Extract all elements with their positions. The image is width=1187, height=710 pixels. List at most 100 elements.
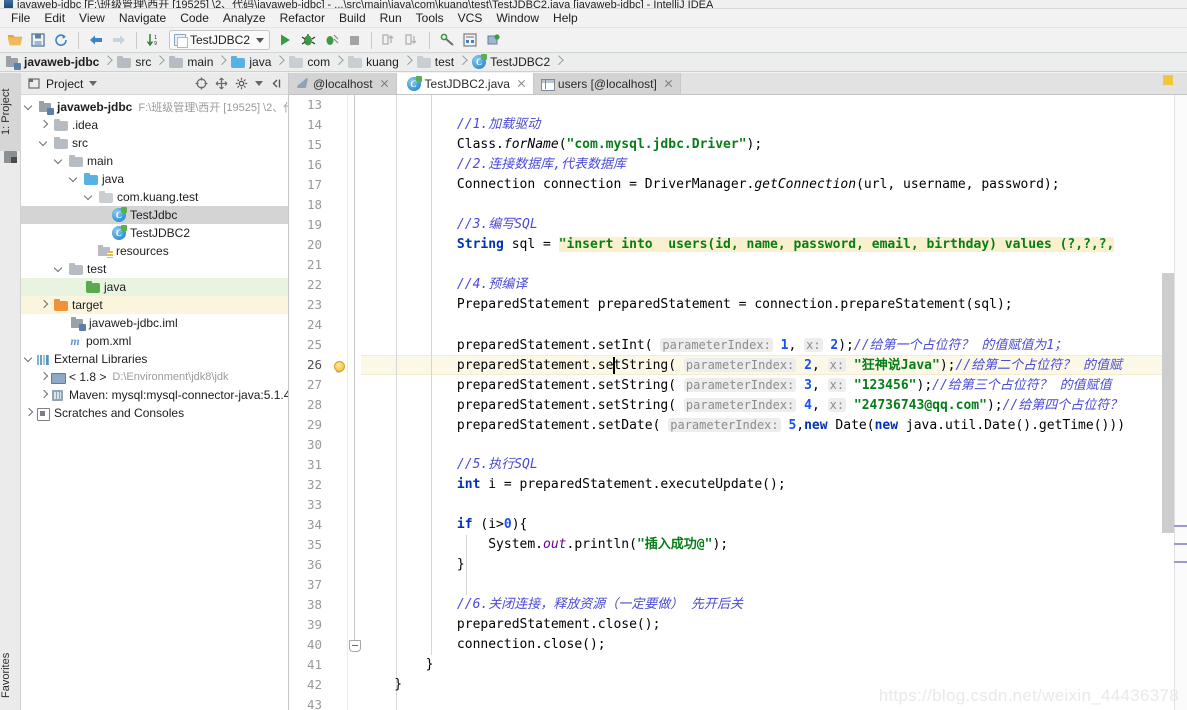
menu-tools[interactable]: Tools xyxy=(409,10,451,27)
stop-button[interactable] xyxy=(343,29,365,51)
menu-file[interactable]: File xyxy=(4,10,37,27)
maven-m-icon: m xyxy=(70,333,80,348)
debug-button[interactable] xyxy=(297,29,319,51)
project-structure-icon[interactable] xyxy=(459,29,481,51)
menu-navigate[interactable]: Navigate xyxy=(112,10,173,27)
chevron-down-icon[interactable] xyxy=(53,152,66,170)
chevron-right-icon[interactable] xyxy=(38,386,51,404)
forward-arrow-icon[interactable] xyxy=(108,29,130,51)
run-button[interactable] xyxy=(274,29,296,51)
chevron-down-icon[interactable] xyxy=(38,134,51,152)
tree-node-src[interactable]: src xyxy=(21,134,288,152)
sdk-manager-icon[interactable] xyxy=(482,29,504,51)
chevron-right-icon[interactable] xyxy=(38,368,51,386)
chevron-down-icon[interactable] xyxy=(68,170,81,188)
chevron-right-icon[interactable] xyxy=(23,404,36,422)
menu-edit[interactable]: Edit xyxy=(37,10,72,27)
tree-node-test-java[interactable]: java xyxy=(21,278,288,296)
code-text-area[interactable]: //1.加载驱动 Class.forName("com.mysql.jdbc.D… xyxy=(361,95,1174,710)
open-folder-icon[interactable] xyxy=(4,29,26,51)
chevron-down-icon[interactable] xyxy=(89,81,98,86)
jdk-icon xyxy=(51,371,66,384)
breadcrumb-item-javaweb-jdbc[interactable]: javaweb-jdbc xyxy=(3,53,105,71)
breadcrumb-item-TestJDBC2[interactable]: C TestJDBC2 xyxy=(469,53,556,71)
tree-node-main[interactable]: main xyxy=(21,152,288,170)
sort-toggle-icon[interactable]: 19 xyxy=(143,29,165,51)
editor-tab-TestJDBC2-java[interactable]: C TestJDBC2.java xyxy=(396,73,534,94)
tree-node-resources[interactable]: resources xyxy=(21,242,288,260)
project-tree[interactable]: javaweb-jdbc F:\班级管理\西开 [19525] \2、代 .id… xyxy=(21,95,288,710)
menu-build[interactable]: Build xyxy=(332,10,373,27)
chevron-right-icon[interactable] xyxy=(38,116,51,134)
chevron-right-icon[interactable] xyxy=(38,296,51,314)
tree-node-package-com-kuang-test[interactable]: com.kuang.test xyxy=(21,188,288,206)
project-view-selector-icon[interactable] xyxy=(26,76,42,92)
tool-window-tab-project[interactable]: 1: Project xyxy=(0,73,21,151)
tree-node-TestJDBC2[interactable]: C TestJDBC2 xyxy=(21,224,288,242)
tree-node-target[interactable]: target xyxy=(21,296,288,314)
line-number: 25 xyxy=(306,337,322,352)
menu-run[interactable]: Run xyxy=(373,10,409,27)
breadcrumb-item-src[interactable]: src xyxy=(114,53,157,71)
tree-node-pom-xml[interactable]: m pom.xml xyxy=(21,332,288,350)
sync-refresh-icon[interactable] xyxy=(50,29,72,51)
editor-tab-localhost[interactable]: @localhost xyxy=(289,73,397,94)
chevron-down-icon[interactable] xyxy=(23,98,36,116)
back-arrow-icon[interactable] xyxy=(85,29,107,51)
tree-node-test[interactable]: test xyxy=(21,260,288,278)
commit-icon[interactable] xyxy=(401,29,423,51)
tree-node-scratches-and-consoles[interactable]: Scratches and Consoles xyxy=(21,404,288,422)
editor-vertical-scrollbar[interactable] xyxy=(1162,273,1174,533)
breadcrumb-item-com[interactable]: com xyxy=(286,53,336,71)
breadcrumb-label: TestJDBC2 xyxy=(490,55,551,69)
tree-node-iml[interactable]: javaweb-jdbc.iml xyxy=(21,314,288,332)
breadcrumb-item-kuang[interactable]: kuang xyxy=(345,53,405,71)
menu-view[interactable]: View xyxy=(72,10,112,27)
gear-chevron-icon[interactable] xyxy=(255,81,263,86)
intention-bulb-icon[interactable] xyxy=(332,361,345,374)
menu-analyze[interactable]: Analyze xyxy=(216,10,273,27)
tree-node-main-java[interactable]: java xyxy=(21,170,288,188)
save-all-icon[interactable] xyxy=(27,29,49,51)
collapse-target-icon[interactable] xyxy=(193,76,209,92)
close-icon[interactable] xyxy=(516,78,527,89)
run-configuration-selector[interactable]: TestJDBC2 xyxy=(169,30,271,50)
menu-refactor[interactable]: Refactor xyxy=(273,10,332,27)
close-icon[interactable] xyxy=(663,78,674,89)
line-number: 30 xyxy=(306,437,322,452)
close-icon[interactable] xyxy=(379,78,390,89)
editor-tab-label: users [@localhost] xyxy=(557,76,657,91)
fold-collapse-icon[interactable] xyxy=(349,640,361,652)
editor-tab-users-localhost[interactable]: users [@localhost] xyxy=(533,73,681,94)
breadcrumb-item-main[interactable]: main xyxy=(166,53,219,71)
tree-node-javaweb-jdbc[interactable]: javaweb-jdbc F:\班级管理\西开 [19525] \2、代 xyxy=(21,98,288,116)
structure-icon[interactable] xyxy=(4,151,17,163)
update-project-icon[interactable] xyxy=(378,29,400,51)
tool-window-tab-favorites[interactable]: Favorites xyxy=(0,642,21,708)
scroll-from-source-icon[interactable] xyxy=(213,76,229,92)
settings-icon[interactable] xyxy=(436,29,458,51)
main-content: 1: Project Favorites Project javaweb-jdb… xyxy=(0,73,1187,710)
toolbar-separator-2 xyxy=(136,31,137,49)
chevron-down-icon[interactable] xyxy=(23,350,36,368)
breadcrumb-item-test[interactable]: test xyxy=(414,53,460,71)
tree-node-TestJdbc[interactable]: C TestJdbc xyxy=(21,206,288,224)
gear-icon[interactable] xyxy=(233,76,249,92)
menu-window[interactable]: Window xyxy=(489,10,546,27)
inspection-warning-indicator[interactable] xyxy=(1163,75,1173,85)
run-coverage-button[interactable] xyxy=(320,29,342,51)
breadcrumb: javaweb-jdbc src main java com kuang tes… xyxy=(0,53,1187,72)
menu-vcs[interactable]: VCS xyxy=(451,10,490,27)
tree-node-external-libraries[interactable]: External Libraries xyxy=(21,350,288,368)
tree-node-jdk-1-8[interactable]: < 1.8 > D:\Environment\jdk8\jdk xyxy=(21,368,288,386)
chevron-down-icon[interactable] xyxy=(83,188,96,206)
menu-help[interactable]: Help xyxy=(546,10,585,27)
error-stripe-gutter[interactable] xyxy=(1174,95,1187,710)
hide-panel-icon[interactable] xyxy=(267,76,283,92)
breadcrumb-item-java[interactable]: java xyxy=(228,53,277,71)
chevron-down-icon[interactable] xyxy=(53,260,66,278)
tree-node-idea[interactable]: .idea xyxy=(21,116,288,134)
menu-code[interactable]: Code xyxy=(173,10,216,27)
tree-node-maven-mysql-connector[interactable]: Maven: mysql:mysql-connector-java:5.1.47 xyxy=(21,386,288,404)
